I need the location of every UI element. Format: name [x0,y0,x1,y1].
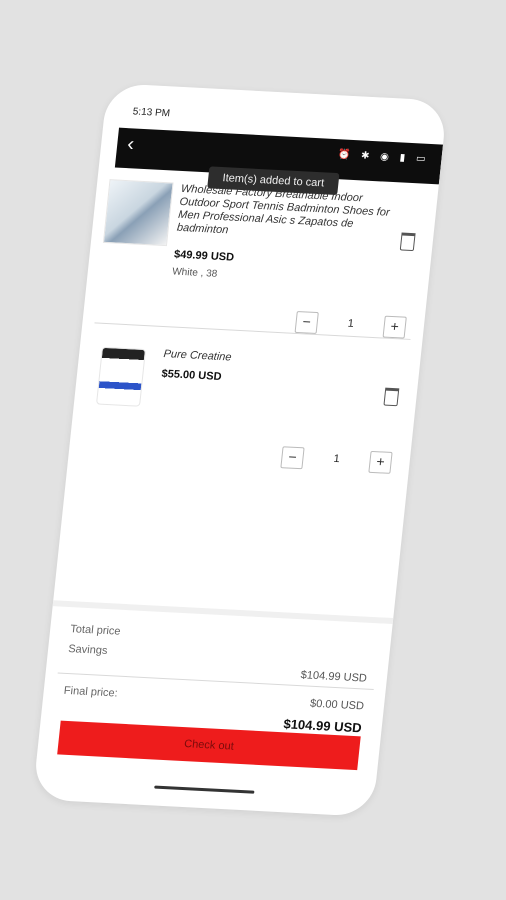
quantity-value: 1 [347,317,355,330]
status-time: 5:13 PM [132,106,171,120]
increase-quantity-button[interactable]: + [382,315,407,339]
savings-label: Savings [67,643,109,658]
quantity-value: 1 [332,452,341,466]
increase-quantity-button[interactable]: + [368,450,393,474]
cart-item: Wholesale Factory Breathable Indoor Outd… [94,179,426,345]
creatine-can-image[interactable] [95,346,147,407]
shoe-image[interactable] [102,179,174,247]
item-price: $49.99 USD [173,248,235,264]
phone-screen: 5:13 PM ‹ ⏰ ✱ ◉ ▮ ▭ Item(s) added to car… [32,83,448,817]
item-title[interactable]: Pure Creatine [163,348,376,372]
trash-icon[interactable] [399,232,416,252]
item-price: $55.00 USD [160,367,223,383]
item-variant: White , 38 [171,266,218,280]
back-arrow-icon[interactable]: ‹ [126,133,135,155]
total-price-label: Total price [69,623,122,638]
item-title[interactable]: Wholesale Factory Breathable Indoor Outd… [176,183,393,246]
cart-item: Pure Creatine $55.00 USD − 1 + [77,344,409,510]
trash-icon[interactable] [383,387,400,407]
home-indicator [154,785,255,794]
status-icons: ⏰ ✱ ◉ ▮ ▭ [337,149,430,165]
decrease-quantity-button[interactable]: − [294,310,319,335]
decrease-quantity-button[interactable]: − [280,446,305,470]
quantity-stepper: − 1 + [280,446,393,474]
